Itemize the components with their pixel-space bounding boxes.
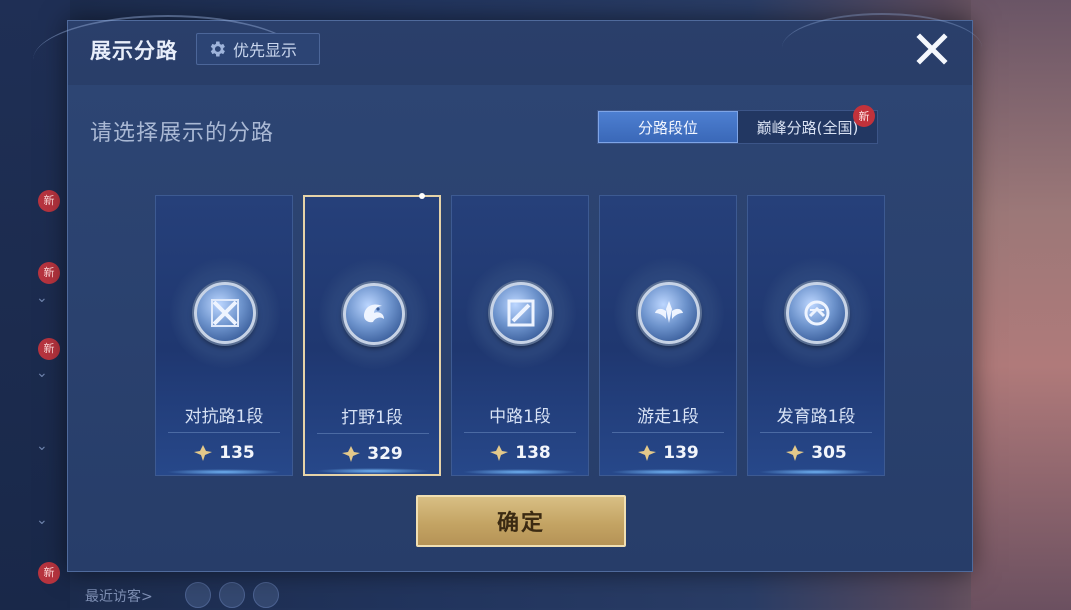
new-badge: 新 [38, 338, 60, 360]
new-badge: 新 [38, 262, 60, 284]
divider [760, 432, 872, 433]
rank-point-icon [194, 445, 213, 461]
lane-rank-label: 中路1段 [489, 407, 551, 427]
lane-card-bottom[interactable]: 发育路1段 305 [747, 195, 885, 476]
recent-visitor-avatars [185, 582, 279, 608]
lane-card-jungle[interactable]: 打野1段 329 [303, 193, 441, 476]
lane-tab-group: 分路段位 巅峰分路(全国) 新 [597, 105, 878, 144]
chevron-down-icon: ⌄ [36, 512, 48, 528]
avatar[interactable] [219, 582, 245, 608]
rank-point-icon [342, 446, 361, 462]
arrows-icon [786, 282, 848, 344]
crossed-swords-icon [194, 282, 256, 344]
background-sidebar: 新 新 新 新 ⌄ ⌄ ⌄ ⌄ [0, 0, 70, 610]
tab-label: 分路段位 [637, 118, 698, 137]
avatar[interactable] [185, 582, 211, 608]
emblem-glow [466, 258, 576, 368]
priority-display-button[interactable]: 优先显示 [196, 33, 320, 65]
card-bottom-glow [610, 469, 726, 475]
wings-icon [638, 282, 700, 344]
card-bottom-glow [315, 468, 431, 474]
close-button[interactable] [912, 29, 952, 69]
slash-square-icon [490, 282, 552, 344]
chevron-down-icon: ⌄ [36, 365, 48, 381]
card-bottom-glow [462, 469, 578, 475]
lane-display-dialog: 展示分路 优先显示 请选择展示的分路 分路段位 巅峰分路(全国) 新 对抗路1段… [33, 13, 982, 572]
new-badge: 新 [38, 562, 60, 584]
avatar[interactable] [253, 582, 279, 608]
lane-rank-label: 打野1段 [341, 408, 403, 428]
lane-score-value: 135 [219, 443, 255, 463]
lane-score-value: 329 [367, 444, 403, 464]
lane-rank-label: 发育路1段 [776, 407, 856, 427]
rank-point-icon [638, 445, 657, 461]
card-bottom-glow [758, 469, 874, 475]
divider [464, 432, 576, 433]
lane-card-support[interactable]: 游走1段 139 [599, 195, 737, 476]
background-character-art [971, 0, 1071, 610]
divider [612, 432, 724, 433]
confirm-button[interactable]: 确定 [416, 495, 626, 547]
lane-rank-label: 游走1段 [637, 407, 699, 427]
decorative-swirl [782, 13, 982, 83]
dialog-content-panel: 请选择展示的分路 分路段位 巅峰分路(全国) 新 对抗路1段 135 打野1段 … [68, 85, 972, 571]
lane-card-mid[interactable]: 中路1段 138 [451, 195, 589, 476]
lane-score-value: 138 [515, 443, 551, 463]
new-badge: 新 [853, 105, 875, 127]
lane-card-list: 对抗路1段 135 打野1段 329 中路1段 138 游走1段 139 发育路… [155, 193, 885, 476]
divider [317, 433, 429, 434]
tab-peak-lane-national[interactable]: 巅峰分路(全国) 新 [738, 105, 877, 143]
chevron-down-icon: ⌄ [36, 438, 48, 454]
dialog-subtitle: 请选择展示的分路 [90, 121, 275, 146]
tab-lane-rank[interactable]: 分路段位 [598, 111, 738, 143]
lane-rank-label: 对抗路1段 [184, 407, 264, 427]
lane-card-top[interactable]: 对抗路1段 135 [155, 195, 293, 476]
emblem-glow [762, 258, 872, 368]
gear-icon [210, 41, 225, 57]
rank-point-icon [490, 445, 509, 461]
lane-score: 138 [452, 443, 588, 463]
recent-visitors-label[interactable]: 最近访客> [85, 586, 153, 606]
divider [168, 432, 280, 433]
lane-score-value: 139 [663, 443, 699, 463]
lane-score: 139 [600, 443, 736, 463]
dialog-title: 展示分路 [90, 39, 178, 63]
rank-point-icon [786, 445, 805, 461]
dragon-icon [343, 283, 405, 345]
emblem-glow [170, 258, 280, 368]
emblem-glow [614, 258, 724, 368]
tab-label: 巅峰分路(全国) [756, 118, 859, 137]
priority-display-label: 优先显示 [233, 41, 298, 60]
lane-score: 135 [156, 443, 292, 463]
card-bottom-glow [166, 469, 282, 475]
lane-score: 329 [305, 444, 439, 464]
emblem-glow [319, 259, 429, 369]
close-icon [916, 33, 948, 65]
lane-score-value: 305 [811, 443, 847, 463]
lane-score: 305 [748, 443, 884, 463]
chevron-down-icon: ⌄ [36, 290, 48, 306]
new-badge: 新 [38, 190, 60, 212]
